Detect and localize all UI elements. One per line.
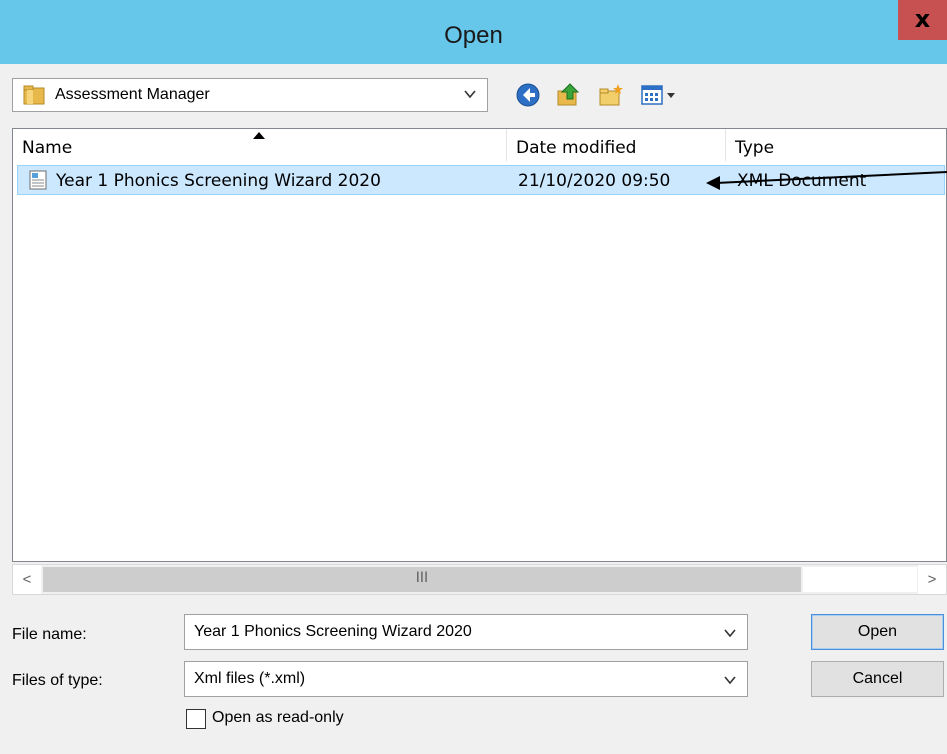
chevron-down-icon[interactable] [463, 87, 477, 101]
type-cell: XML Document [737, 171, 867, 191]
new-folder-icon[interactable] [598, 82, 624, 108]
look-in-value: Assessment Manager [55, 86, 210, 103]
open-dialog: Assessment Manager Name Date modified Ty… [0, 64, 947, 754]
look-in-combobox[interactable]: Assessment Manager [12, 78, 488, 112]
chevron-down-icon[interactable] [723, 626, 737, 640]
chevron-down-icon[interactable] [723, 673, 737, 687]
file-name-combobox[interactable]: Year 1 Phonics Screening Wizard 2020 [184, 614, 748, 650]
window-title: Open [444, 22, 503, 49]
title-bar: Open x [0, 0, 947, 64]
file-list[interactable]: Name Date modified Type Year 1 Phonics S… [12, 128, 947, 562]
open-button[interactable]: Open [811, 614, 944, 650]
column-header-type[interactable]: Type [726, 129, 946, 161]
file-type-value: Xml files (*.xml) [194, 670, 306, 687]
horizontal-scrollbar[interactable]: < III > [12, 564, 947, 595]
scrollbar-thumb[interactable]: III [43, 567, 801, 592]
xml-file-icon [29, 170, 47, 190]
date-modified-cell: 21/10/2020 09:50 [518, 171, 671, 191]
file-type-select[interactable]: Xml files (*.xml) [184, 661, 748, 697]
file-type-label: Files of type: [12, 672, 103, 689]
scroll-left-button[interactable]: < [13, 565, 41, 594]
column-header-date-modified[interactable]: Date modified [507, 129, 725, 161]
file-name-value: Year 1 Phonics Screening Wizard 2020 [194, 623, 472, 640]
folder-icon [23, 85, 45, 105]
sort-ascending-icon [253, 132, 265, 139]
read-only-label[interactable]: Open as read-only [212, 709, 344, 727]
file-row[interactable]: Year 1 Phonics Screening Wizard 2020 21/… [17, 165, 945, 195]
scrollbar-grip-icon: III [415, 570, 429, 586]
cancel-button[interactable]: Cancel [811, 661, 944, 697]
up-folder-icon[interactable] [555, 82, 581, 108]
read-only-checkbox[interactable] [186, 709, 206, 729]
file-name-label: File name: [12, 626, 87, 643]
scroll-right-button[interactable]: > [918, 565, 946, 594]
close-button[interactable]: x [898, 0, 947, 40]
back-icon[interactable] [515, 82, 541, 108]
file-name-cell: Year 1 Phonics Screening Wizard 2020 [56, 171, 381, 191]
view-menu-icon[interactable] [640, 82, 682, 108]
scrollbar-track[interactable] [803, 567, 917, 592]
